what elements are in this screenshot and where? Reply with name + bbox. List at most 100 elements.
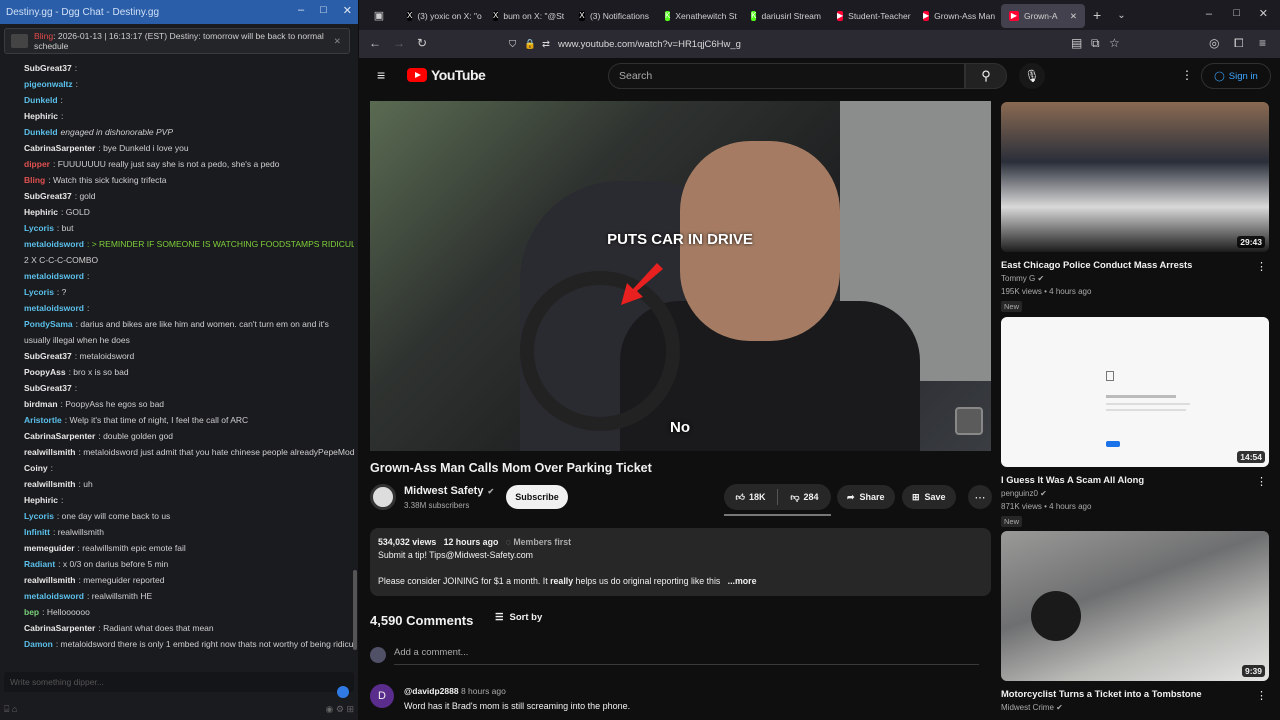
reload-icon[interactable]: ↻	[417, 36, 427, 50]
reader-view-icon[interactable]: ▤	[1071, 36, 1082, 50]
chat-scrollbar[interactable]	[353, 570, 357, 650]
more-vert-icon[interactable]: ⋮	[1256, 260, 1267, 273]
commenter-avatar[interactable]: D	[370, 684, 394, 708]
sign-in-button[interactable]: ◯ Sign in	[1201, 63, 1271, 89]
channel-name[interactable]: Midwest Safety ✔	[404, 485, 494, 497]
close-icon[interactable]: ✕	[343, 4, 352, 17]
chat-username[interactable]: Hephiric	[24, 111, 58, 121]
chat-username[interactable]: SubGreat37	[24, 63, 72, 73]
menu-icon[interactable]: ≡	[1259, 36, 1266, 50]
search-input[interactable]: Search	[608, 63, 965, 89]
more-actions-button[interactable]: ⋯	[968, 485, 992, 509]
chat-settings-icon[interactable]: ◉ ⚙ ⊞	[326, 704, 354, 718]
close-icon[interactable]: ✕	[334, 36, 341, 47]
chat-username[interactable]: bep	[24, 607, 39, 617]
chat-input[interactable]: Write something dipper...	[4, 672, 354, 692]
chat-username[interactable]: Aristortle	[24, 415, 62, 425]
recommended-video[interactable]: 14:54 I Guess It Was A Scam All Along pe…	[1001, 317, 1269, 529]
chat-username[interactable]: Lycoris	[24, 287, 54, 297]
send-icon[interactable]	[337, 686, 349, 698]
chat-username[interactable]: Hephiric	[24, 495, 58, 505]
browser-tab[interactable]: ▶ Grown-Ass Man	[915, 4, 1001, 28]
maximize-icon[interactable]: □	[320, 4, 327, 17]
youtube-logo[interactable]: YouTube	[407, 67, 486, 83]
chat-username[interactable]: Bling	[24, 175, 45, 185]
permissions-icon[interactable]: ⇄	[542, 39, 550, 50]
chat-username[interactable]: metaloidsword	[24, 271, 84, 281]
more-vert-icon[interactable]: ⋮	[1256, 475, 1267, 488]
tab-list-icon[interactable]: ⌄	[1117, 10, 1125, 21]
tab-close-icon[interactable]: ✕	[1070, 11, 1077, 22]
recommended-title[interactable]: Motorcyclist Turns a Ticket into a Tombs…	[1001, 688, 1269, 699]
chat-username[interactable]: Hephiric	[24, 207, 58, 217]
chat-username[interactable]: birdman	[24, 399, 58, 409]
account-icon[interactable]: ◎	[1209, 36, 1219, 50]
channel-watermark[interactable]	[955, 407, 983, 435]
window-maximize-icon[interactable]: □	[1233, 7, 1240, 19]
video-thumbnail[interactable]: 9:39	[1001, 531, 1269, 681]
chat-username[interactable]: metaloidsword	[24, 239, 84, 249]
chat-username[interactable]: Dunkeld	[24, 127, 58, 137]
chat-username[interactable]: dipper	[24, 159, 50, 169]
bookmark-star-icon[interactable]: ☆	[1109, 36, 1120, 50]
search-button[interactable]: ⚲	[965, 63, 1007, 89]
chat-username[interactable]: SubGreat37	[24, 191, 72, 201]
chat-username[interactable]: PoopyAss	[24, 367, 66, 377]
chat-tools-icon[interactable]: ⌸ ⌂	[4, 704, 17, 718]
add-comment-input[interactable]: Add a comment...	[394, 647, 979, 665]
voice-search-button[interactable]: 🎙	[1019, 63, 1045, 89]
chat-username[interactable]: SubGreat37	[24, 351, 72, 361]
browser-tab[interactable]: ▶ Student-Teacher	[829, 4, 915, 28]
video-thumbnail[interactable]: 14:54	[1001, 317, 1269, 467]
url-text[interactable]: www.youtube.com/watch?v=HR1qjC6Hw_g	[558, 39, 741, 50]
recommended-channel[interactable]: Tommy G ✔	[1001, 274, 1269, 283]
chat-username[interactable]: PondySama	[24, 319, 73, 329]
chat-username[interactable]: realwillsmith	[24, 575, 76, 585]
like-button[interactable]: 👍︎ 18K	[724, 492, 777, 503]
chat-username[interactable]: Lycoris	[24, 223, 54, 233]
recommended-channel[interactable]: penguinz0 ✔	[1001, 489, 1269, 498]
browser-tab[interactable]: Kdariusirl Stream	[743, 4, 829, 28]
back-icon[interactable]: ←	[369, 36, 381, 50]
video-thumbnail[interactable]: 29:43	[1001, 102, 1269, 252]
extensions-icon[interactable]: ⧠	[1234, 36, 1244, 51]
recommended-channel[interactable]: Midwest Crime ✔	[1001, 703, 1269, 712]
chat-username[interactable]: CabrinaSarpenter	[24, 143, 95, 153]
chat-username[interactable]: metaloidsword	[24, 591, 84, 601]
channel-avatar[interactable]	[370, 484, 396, 510]
recommended-video[interactable]: 29:43 East Chicago Police Conduct Mass A…	[1001, 102, 1269, 314]
recommended-video[interactable]: 9:39 Motorcyclist Turns a Ticket into a …	[1001, 531, 1269, 712]
browser-tab[interactable]: ▶ Grown-A ✕	[1001, 4, 1085, 28]
share-button[interactable]: ➦ Share	[837, 485, 895, 509]
chat-username[interactable]: realwillsmith	[24, 447, 76, 457]
chat-username[interactable]: Radiant	[24, 559, 55, 569]
new-tab-icon[interactable]: +	[1093, 7, 1101, 23]
recommended-title[interactable]: I Guess It Was A Scam All Along	[1001, 474, 1269, 485]
description-more-link[interactable]: ...more	[728, 576, 757, 586]
browser-tab[interactable]: Xbum on X: "@St	[485, 4, 571, 28]
chat-username[interactable]: CabrinaSarpenter	[24, 431, 95, 441]
dislike-button[interactable]: 👎︎ 284	[778, 492, 831, 503]
sort-by-button[interactable]: ☰ Sort by	[495, 612, 542, 623]
chat-username[interactable]: Lycoris	[24, 511, 54, 521]
save-button[interactable]: ⊞ Save	[902, 485, 956, 509]
settings-kebab-icon[interactable]: ⋮	[1181, 68, 1193, 82]
forward-icon[interactable]: →	[393, 36, 405, 50]
browser-tab[interactable]: K Xenathewitch St	[657, 4, 743, 28]
browser-tab[interactable]: X (3) yoxic on X: "o	[399, 4, 485, 28]
chat-username[interactable]: Coiny	[24, 463, 48, 473]
minimize-icon[interactable]: –	[298, 4, 304, 17]
screenshot-icon[interactable]: ⧉	[1091, 36, 1100, 51]
hamburger-menu-icon[interactable]: ≡	[377, 67, 385, 83]
chat-username[interactable]: Dunkeld	[24, 95, 58, 105]
shield-icon[interactable]: ⛉	[509, 39, 516, 50]
browser-tab[interactable]: X (3) Notifications	[571, 4, 657, 28]
subscribe-button[interactable]: Subscribe	[506, 485, 568, 509]
tab-overview-icon[interactable]: ▣	[359, 9, 399, 22]
description-box[interactable]: 534,032 views 12 hours ago ◌ Members fir…	[370, 528, 991, 596]
more-vert-icon[interactable]: ⋮	[1256, 689, 1267, 702]
chat-username[interactable]: Infinitt	[24, 527, 50, 537]
chat-username[interactable]: realwillsmith	[24, 479, 76, 489]
url-bar[interactable]: ⛉ 🔒 ⇄ www.youtube.com/watch?v=HR1qjC6Hw_…	[509, 33, 1129, 55]
chat-username[interactable]: SubGreat37	[24, 383, 72, 393]
